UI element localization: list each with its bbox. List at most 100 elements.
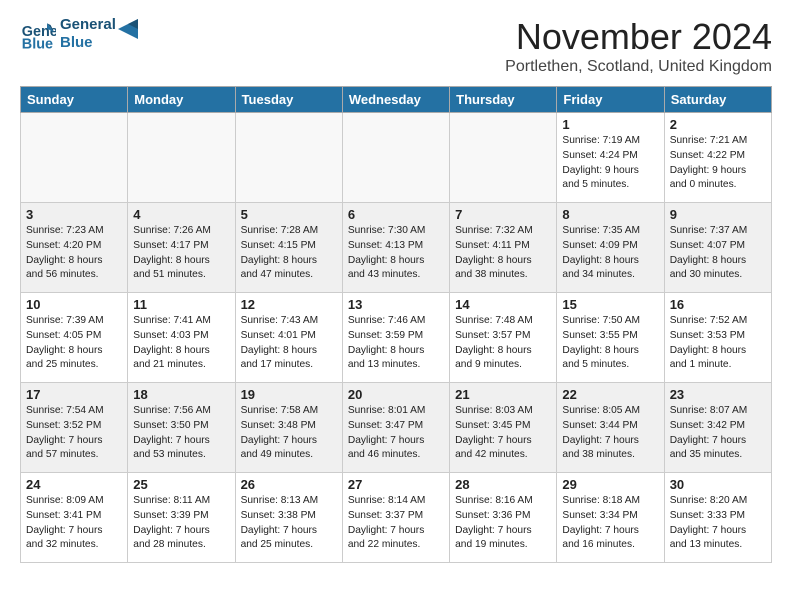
week-row-2: 3 Sunrise: 7:23 AMSunset: 4:20 PMDaylight…	[21, 203, 772, 293]
calendar-cell: 27 Sunrise: 8:14 AMSunset: 3:37 PMDayligh…	[342, 473, 449, 563]
day-info: Sunrise: 8:16 AMSunset: 3:36 PMDaylight:…	[455, 494, 551, 553]
month-title: November 2024	[505, 16, 772, 58]
logo-icon: General Blue	[20, 16, 56, 52]
day-info: Sunrise: 7:48 AMSunset: 3:57 PMDaylight:…	[455, 314, 551, 373]
title-block: November 2024 Portlethen, Scotland, Unit…	[505, 16, 772, 76]
day-number: 28	[455, 477, 551, 492]
day-info: Sunrise: 7:43 AMSunset: 4:01 PMDaylight:…	[241, 314, 337, 373]
calendar-cell: 20 Sunrise: 8:01 AMSunset: 3:47 PMDayligh…	[342, 383, 449, 473]
day-info: Sunrise: 7:39 AMSunset: 4:05 PMDaylight:…	[26, 314, 122, 373]
day-info: Sunrise: 8:14 AMSunset: 3:37 PMDaylight:…	[348, 494, 444, 553]
weekday-header-sunday: Sunday	[21, 87, 128, 113]
day-number: 8	[562, 207, 658, 222]
day-info: Sunrise: 7:23 AMSunset: 4:20 PMDaylight:…	[26, 224, 122, 283]
day-info: Sunrise: 7:32 AMSunset: 4:11 PMDaylight:…	[455, 224, 551, 283]
location: Portlethen, Scotland, United Kingdom	[505, 58, 772, 76]
day-info: Sunrise: 7:35 AMSunset: 4:09 PMDaylight:…	[562, 224, 658, 283]
calendar-cell: 13Sunrise: 7:46 AMSunset: 3:59 PMDayligh…	[342, 293, 449, 383]
header: General Blue General Blue November 2024 …	[20, 16, 772, 76]
calendar-cell	[128, 113, 235, 203]
day-number: 6	[348, 207, 444, 222]
day-info: Sunrise: 7:28 AMSunset: 4:15 PMDaylight:…	[241, 224, 337, 283]
day-number: 20	[348, 387, 444, 402]
day-number: 30	[670, 477, 766, 492]
calendar-cell: 1 Sunrise: 7:19 AMSunset: 4:24 PMDaylight…	[557, 113, 664, 203]
day-info: Sunrise: 8:01 AMSunset: 3:47 PMDaylight:…	[348, 404, 444, 463]
day-info: Sunrise: 7:41 AMSunset: 4:03 PMDaylight:…	[133, 314, 229, 373]
day-number: 24	[26, 477, 122, 492]
calendar-table: SundayMondayTuesdayWednesdayThursdayFrid…	[20, 86, 772, 563]
day-number: 18	[133, 387, 229, 402]
day-info: Sunrise: 7:58 AMSunset: 3:48 PMDaylight:…	[241, 404, 337, 463]
day-number: 21	[455, 387, 551, 402]
calendar-cell: 28 Sunrise: 8:16 AMSunset: 3:36 PMDayligh…	[450, 473, 557, 563]
day-number: 7	[455, 207, 551, 222]
calendar-cell: 17Sunrise: 7:54 AMSunset: 3:52 PMDayligh…	[21, 383, 128, 473]
day-info: Sunrise: 8:05 AMSunset: 3:44 PMDaylight:…	[562, 404, 658, 463]
weekday-header-saturday: Saturday	[664, 87, 771, 113]
calendar-cell: 12 Sunrise: 7:43 AMSunset: 4:01 PMDayligh…	[235, 293, 342, 383]
day-info: Sunrise: 7:56 AMSunset: 3:50 PMDaylight:…	[133, 404, 229, 463]
calendar-cell: 7 Sunrise: 7:32 AMSunset: 4:11 PMDaylight…	[450, 203, 557, 293]
calendar-cell: 10Sunrise: 7:39 AMSunset: 4:05 PMDayligh…	[21, 293, 128, 383]
weekday-header-thursday: Thursday	[450, 87, 557, 113]
day-number: 23	[670, 387, 766, 402]
logo-general: General	[60, 16, 116, 34]
calendar-cell: 22Sunrise: 8:05 AMSunset: 3:44 PMDayligh…	[557, 383, 664, 473]
day-info: Sunrise: 8:07 AMSunset: 3:42 PMDaylight:…	[670, 404, 766, 463]
logo: General Blue General Blue	[20, 16, 148, 52]
weekday-header-row: SundayMondayTuesdayWednesdayThursdayFrid…	[21, 87, 772, 113]
weekday-header-tuesday: Tuesday	[235, 87, 342, 113]
calendar-cell: 21 Sunrise: 8:03 AMSunset: 3:45 PMDayligh…	[450, 383, 557, 473]
day-info: Sunrise: 8:03 AMSunset: 3:45 PMDaylight:…	[455, 404, 551, 463]
page: General Blue General Blue November 2024 …	[0, 0, 792, 579]
day-number: 29	[562, 477, 658, 492]
calendar-cell: 24Sunrise: 8:09 AMSunset: 3:41 PMDayligh…	[21, 473, 128, 563]
logo-blue: Blue	[60, 34, 116, 52]
day-info: Sunrise: 8:20 AMSunset: 3:33 PMDaylight:…	[670, 494, 766, 553]
calendar-cell: 6 Sunrise: 7:30 AMSunset: 4:13 PMDaylight…	[342, 203, 449, 293]
week-row-1: 1 Sunrise: 7:19 AMSunset: 4:24 PMDaylight…	[21, 113, 772, 203]
calendar-cell: 14 Sunrise: 7:48 AMSunset: 3:57 PMDayligh…	[450, 293, 557, 383]
day-number: 27	[348, 477, 444, 492]
day-number: 25	[133, 477, 229, 492]
day-info: Sunrise: 7:19 AMSunset: 4:24 PMDaylight:…	[562, 134, 658, 193]
day-number: 11	[133, 297, 229, 312]
week-row-3: 10Sunrise: 7:39 AMSunset: 4:05 PMDayligh…	[21, 293, 772, 383]
day-info: Sunrise: 7:21 AMSunset: 4:22 PMDaylight:…	[670, 134, 766, 193]
calendar-cell: 29 Sunrise: 8:18 AMSunset: 3:34 PMDayligh…	[557, 473, 664, 563]
calendar-cell	[342, 113, 449, 203]
day-info: Sunrise: 8:18 AMSunset: 3:34 PMDaylight:…	[562, 494, 658, 553]
day-number: 19	[241, 387, 337, 402]
calendar-cell	[21, 113, 128, 203]
calendar-cell: 26Sunrise: 8:13 AMSunset: 3:38 PMDayligh…	[235, 473, 342, 563]
calendar-cell: 15Sunrise: 7:50 AMSunset: 3:55 PMDayligh…	[557, 293, 664, 383]
calendar-cell: 3 Sunrise: 7:23 AMSunset: 4:20 PMDaylight…	[21, 203, 128, 293]
day-info: Sunrise: 7:50 AMSunset: 3:55 PMDaylight:…	[562, 314, 658, 373]
day-number: 14	[455, 297, 551, 312]
calendar-cell	[235, 113, 342, 203]
day-info: Sunrise: 8:11 AMSunset: 3:39 PMDaylight:…	[133, 494, 229, 553]
day-info: Sunrise: 7:26 AMSunset: 4:17 PMDaylight:…	[133, 224, 229, 283]
day-number: 12	[241, 297, 337, 312]
week-row-5: 24Sunrise: 8:09 AMSunset: 3:41 PMDayligh…	[21, 473, 772, 563]
week-row-4: 17Sunrise: 7:54 AMSunset: 3:52 PMDayligh…	[21, 383, 772, 473]
calendar-cell: 23 Sunrise: 8:07 AMSunset: 3:42 PMDayligh…	[664, 383, 771, 473]
day-number: 13	[348, 297, 444, 312]
weekday-header-monday: Monday	[128, 87, 235, 113]
weekday-header-friday: Friday	[557, 87, 664, 113]
day-number: 1	[562, 117, 658, 132]
calendar-cell: 16Sunrise: 7:52 AMSunset: 3:53 PMDayligh…	[664, 293, 771, 383]
day-info: Sunrise: 7:52 AMSunset: 3:53 PMDaylight:…	[670, 314, 766, 373]
weekday-header-wednesday: Wednesday	[342, 87, 449, 113]
day-info: Sunrise: 7:30 AMSunset: 4:13 PMDaylight:…	[348, 224, 444, 283]
day-number: 2	[670, 117, 766, 132]
day-info: Sunrise: 7:37 AMSunset: 4:07 PMDaylight:…	[670, 224, 766, 283]
day-number: 9	[670, 207, 766, 222]
calendar-cell: 25 Sunrise: 8:11 AMSunset: 3:39 PMDayligh…	[128, 473, 235, 563]
svg-text:Blue: Blue	[22, 36, 53, 52]
calendar-cell: 18 Sunrise: 7:56 AMSunset: 3:50 PMDayligh…	[128, 383, 235, 473]
calendar-cell: 5Sunrise: 7:28 AMSunset: 4:15 PMDaylight…	[235, 203, 342, 293]
calendar-cell: 9 Sunrise: 7:37 AMSunset: 4:07 PMDaylight…	[664, 203, 771, 293]
day-number: 3	[26, 207, 122, 222]
